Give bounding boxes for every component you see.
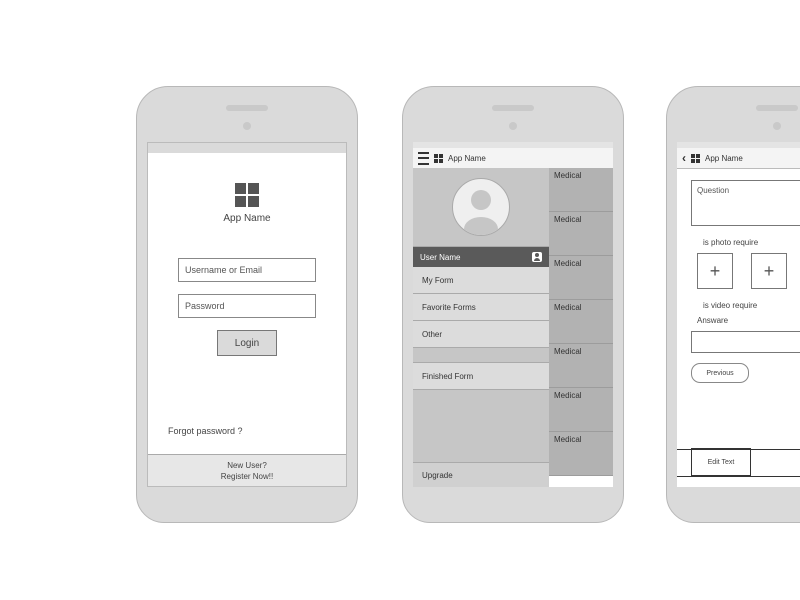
title-label: App Name — [448, 154, 486, 163]
phone-menu: App Name User Name My Form Favorite Form… — [402, 86, 624, 523]
answare-input[interactable] — [691, 331, 800, 353]
username-label: User Name — [420, 253, 460, 262]
edit-text-button[interactable]: Edit Text — [691, 448, 751, 477]
back-icon[interactable]: ‹ — [682, 151, 686, 165]
list-item[interactable]: Medical — [549, 432, 613, 476]
menu-item-other[interactable]: Other — [413, 321, 549, 348]
new-user-label: New User? — [227, 461, 267, 470]
title-label: App Name — [705, 154, 743, 163]
phone-camera — [773, 122, 781, 130]
login-logo-area: App Name — [148, 181, 346, 224]
title-bar: App Name — [413, 148, 613, 169]
phone-speaker — [756, 105, 798, 111]
username-field[interactable]: Username or Email — [178, 258, 316, 282]
app-logo-icon — [691, 154, 700, 163]
list-item[interactable]: Medical — [549, 256, 613, 300]
password-field[interactable]: Password — [178, 294, 316, 318]
screen-login: App Name Username or Email Password Logi… — [147, 142, 347, 487]
list-item[interactable]: Medical — [549, 344, 613, 388]
register-link: Register Now!! — [221, 472, 273, 481]
hamburger-icon[interactable] — [418, 152, 429, 165]
status-bar — [148, 143, 346, 153]
video-required-label: is video require — [703, 301, 800, 310]
screen-menu: App Name User Name My Form Favorite Form… — [413, 142, 613, 487]
list-item[interactable]: Medical — [549, 388, 613, 432]
screen-form-editor: ‹ App Name Question is photo require + +… — [677, 142, 800, 487]
phone-camera — [509, 122, 517, 130]
phone-login: App Name Username or Email Password Logi… — [136, 86, 358, 523]
editor-body: Question is photo require + + is video r… — [677, 168, 800, 487]
list-item[interactable]: Medical — [549, 168, 613, 212]
phone-camera — [243, 122, 251, 130]
phone-speaker — [492, 105, 534, 111]
content-list: MedicalMedicalMedicalMedicalMedicalMedic… — [549, 168, 613, 487]
list-item[interactable]: Medical — [549, 212, 613, 256]
add-photo-button-2[interactable]: + — [751, 253, 787, 289]
phone-speaker — [226, 105, 268, 111]
user-icon — [532, 252, 542, 262]
login-form: Username or Email Password Login — [178, 258, 316, 356]
nav-drawer: User Name My Form Favorite Forms Other F… — [413, 168, 549, 487]
login-button[interactable]: Login — [217, 330, 277, 356]
photo-required-label: is photo require — [703, 238, 800, 247]
upgrade-button[interactable]: Upgrade — [413, 462, 549, 487]
forgot-password-link[interactable]: Forgot password ? — [168, 426, 243, 436]
app-logo-icon — [235, 183, 259, 207]
register-footer[interactable]: New User? Register Now!! — [148, 454, 346, 486]
avatar-area — [413, 168, 549, 247]
list-item[interactable]: Medical — [549, 300, 613, 344]
menu-item-my-form[interactable]: My Form — [413, 267, 549, 294]
answare-label: Answare — [697, 316, 800, 325]
app-logo-icon — [434, 154, 443, 163]
photo-add-row: + + — [697, 253, 800, 289]
menu-item-finished[interactable]: Finished Form — [413, 362, 549, 390]
menu-item-favorite[interactable]: Favorite Forms — [413, 294, 549, 321]
wireframe-set: App Name Username or Email Password Logi… — [0, 0, 800, 600]
title-bar: ‹ App Name — [677, 148, 800, 169]
previous-button[interactable]: Previous — [691, 363, 749, 383]
avatar-icon — [452, 178, 510, 236]
question-input[interactable]: Question — [691, 180, 800, 226]
app-name-label: App Name — [148, 213, 346, 224]
add-photo-button-1[interactable]: + — [697, 253, 733, 289]
username-row[interactable]: User Name — [413, 247, 549, 267]
phone-form-editor: ‹ App Name Question is photo require + +… — [666, 86, 800, 523]
